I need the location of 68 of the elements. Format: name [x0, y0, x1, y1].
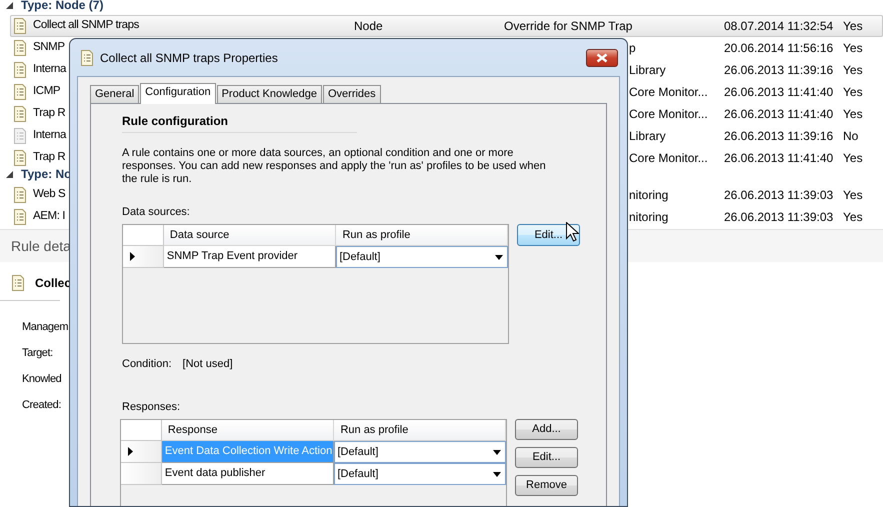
- management-pack-text: Core Monitor...: [629, 85, 708, 99]
- enabled-text: No: [843, 128, 858, 145]
- management-pack-text: Core Monitor...: [629, 151, 708, 165]
- tab[interactable]: Product Knowledge: [216, 85, 322, 103]
- enabled-text: Yes: [843, 84, 863, 101]
- field-label: Created:: [22, 398, 61, 413]
- column-header: Run as profile: [336, 225, 508, 246]
- field-label: Knowled: [22, 372, 62, 387]
- group-header[interactable]: Type: Node (7): [21, 0, 104, 11]
- date-text: 26.06.2013 11:41:40: [724, 85, 834, 99]
- date-text: 26.06.2013 11:39:03: [724, 188, 834, 202]
- management-pack-text: Library: [629, 63, 666, 77]
- rule-name: ICMP: [33, 84, 60, 100]
- enabled-text: Yes: [843, 106, 863, 123]
- enabled-text: Yes: [843, 150, 863, 167]
- target-text: Node: [354, 19, 383, 33]
- management-pack-text: Core Monitor...: [629, 107, 708, 121]
- management-pack-text: Library: [629, 129, 666, 143]
- date-text: 08.07.2014 11:32:54: [724, 19, 834, 33]
- date-text: 26.06.2013 11:41:40: [724, 107, 834, 121]
- condition-label: Condition:: [122, 358, 172, 371]
- enabled-text: Yes: [843, 209, 863, 226]
- date-text: 26.06.2013 11:39:03: [724, 210, 834, 224]
- column-header: Run as profile: [334, 420, 506, 441]
- rule-name: Interna: [33, 128, 66, 144]
- field-label: Target:: [22, 346, 53, 361]
- rule-name: Web S: [33, 187, 66, 202]
- date-text: 20.06.2014 11:56:16: [724, 41, 834, 55]
- tab[interactable]: General: [90, 85, 140, 103]
- date-text: 26.06.2013 11:39:16: [724, 63, 834, 77]
- dialog-button[interactable]: Remove: [515, 475, 578, 496]
- rule-name: Collect all SNMP traps: [33, 18, 140, 34]
- column-header: Response: [162, 420, 334, 441]
- date-text: 26.06.2013 11:41:40: [724, 151, 834, 165]
- section-heading: Rule configuration: [122, 113, 357, 133]
- run-as-dropdown[interactable]: [Default]: [336, 246, 508, 268]
- rule-name: SNMP: [33, 40, 65, 56]
- section-label: Responses:: [122, 401, 182, 414]
- dialog-button[interactable]: Edit...: [517, 224, 580, 246]
- management-pack-text: p: [629, 41, 636, 55]
- management-pack-text: Override for SNMP Trap: [504, 19, 632, 33]
- management-pack-text: nitoring: [629, 210, 668, 224]
- field-label: Managem: [22, 320, 68, 335]
- rule-name: AEM: I: [33, 209, 66, 224]
- description-text: A rule contains one or more data sources, an optional condition and one or more responses. You can add new responses and apply the 'run as' profiles to be used when the rule is run.: [122, 147, 547, 186]
- tab[interactable]: Overrides: [322, 85, 381, 103]
- date-text: 26.06.2013 11:39:16: [724, 129, 834, 143]
- window-title: Collect all SNMP traps Properties: [100, 50, 278, 66]
- section-label: Data sources:: [122, 206, 191, 219]
- run-as-dropdown[interactable]: [Default]: [334, 441, 506, 463]
- table-cell[interactable]: SNMP Trap Event provider: [164, 246, 336, 268]
- table-cell[interactable]: Event data publisher: [162, 463, 334, 485]
- tab[interactable]: Configuration: [140, 83, 216, 104]
- management-pack-text: nitoring: [629, 188, 668, 202]
- enabled-text: Yes: [843, 40, 863, 57]
- dialog-button[interactable]: Edit...: [515, 447, 578, 468]
- rule-name: Interna: [33, 62, 66, 78]
- enabled-text: Yes: [843, 18, 863, 35]
- enabled-text: Yes: [843, 62, 863, 79]
- dialog-button[interactable]: Add...: [515, 419, 578, 440]
- condition-value: [Not used]: [182, 358, 233, 371]
- enabled-text: Yes: [843, 187, 863, 204]
- column-header: Data source: [164, 225, 336, 246]
- rule-name: Collec: [35, 275, 72, 292]
- run-as-dropdown[interactable]: [Default]: [334, 463, 506, 485]
- rule-name: Trap R: [33, 106, 66, 122]
- list-row[interactable]: Collect all SNMP traps Node Override for SNMP Trap 08.07.2014 11:32:54 Yes: [10, 15, 883, 37]
- rule-name: Trap R: [33, 150, 66, 166]
